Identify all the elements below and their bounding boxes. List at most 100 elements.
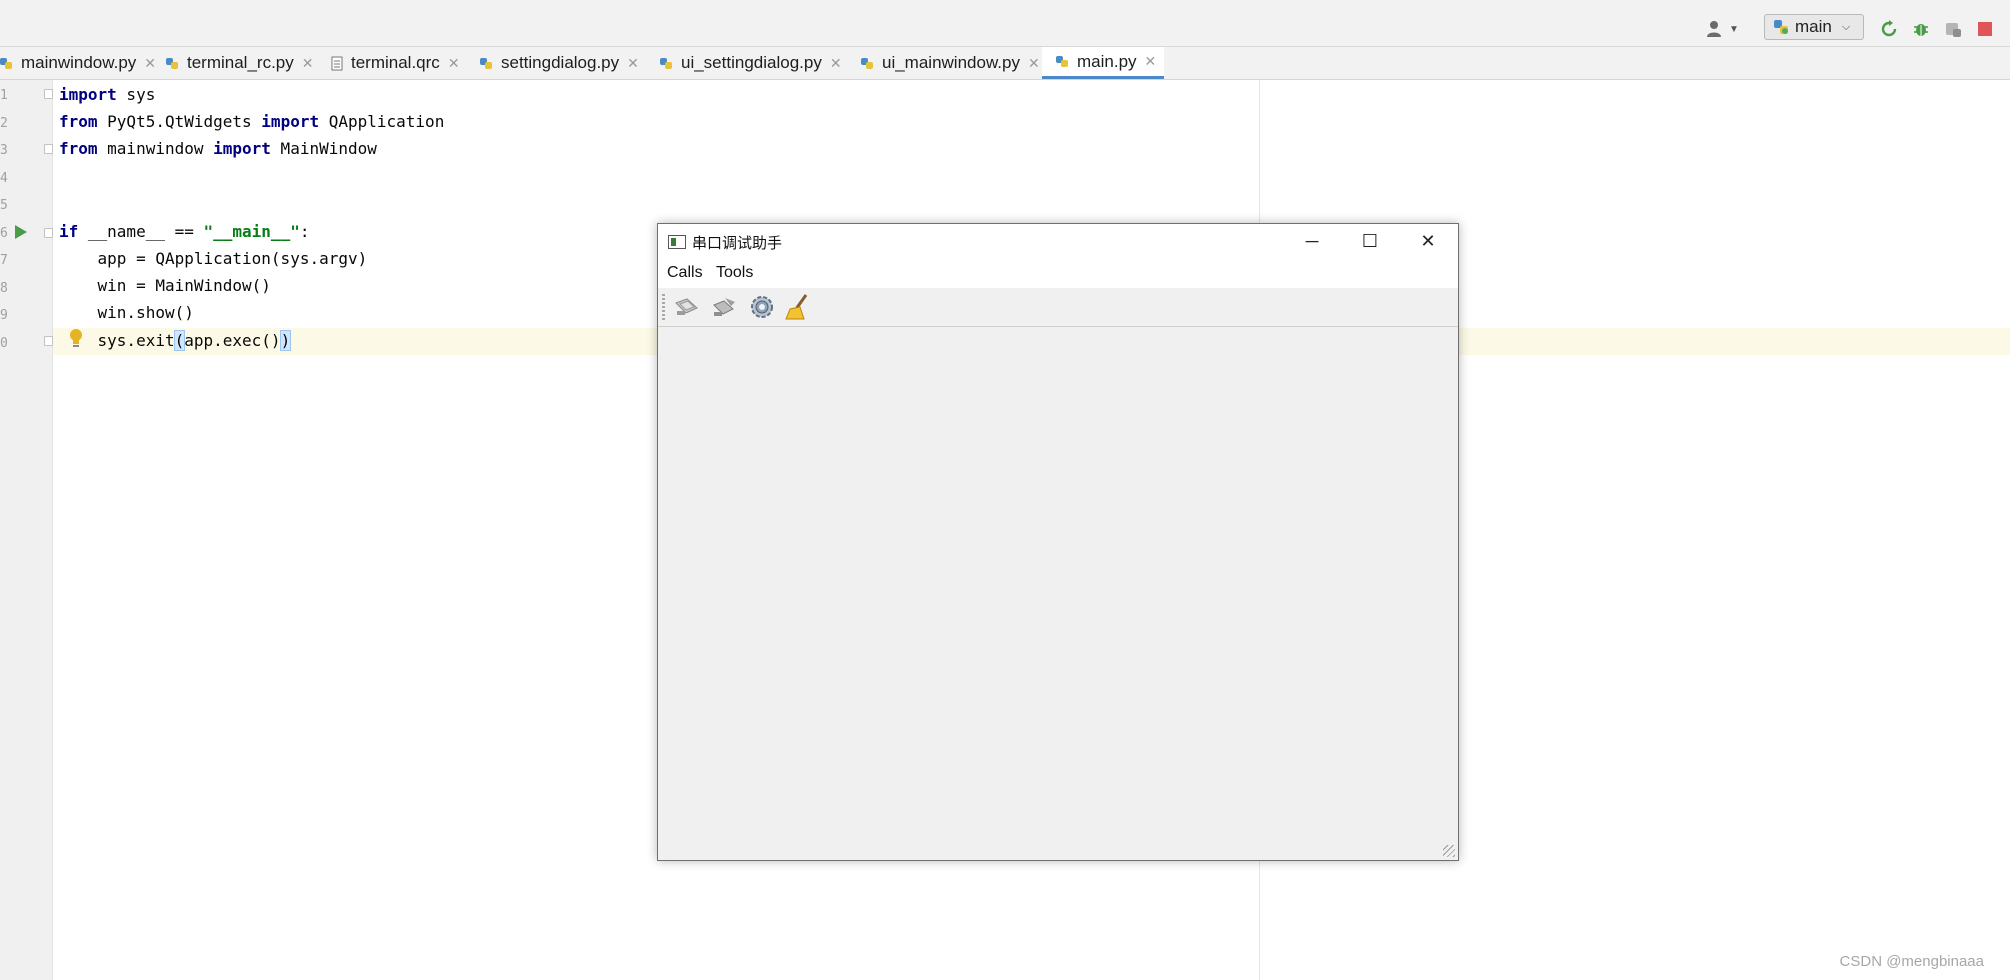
python-file-icon bbox=[861, 57, 873, 69]
python-file-icon bbox=[166, 57, 178, 69]
tab-label: settingdialog.py bbox=[501, 53, 620, 72]
code-string: "__main__" bbox=[203, 222, 300, 241]
menu-tools[interactable]: Tools bbox=[716, 264, 753, 282]
editor-gutter: 1 2 3 4 5 6 7 8 9 0 bbox=[0, 80, 53, 980]
run-config-label: main bbox=[1795, 17, 1832, 36]
app-menubar: Calls Tools bbox=[658, 259, 1458, 288]
maximize-button[interactable]: ☐ bbox=[1341, 224, 1399, 259]
code-line-10[interactable]: sys.exit(app.exec()) bbox=[59, 330, 292, 351]
resize-grip[interactable] bbox=[1443, 845, 1455, 857]
close-icon[interactable]: ✕ bbox=[448, 55, 460, 72]
code-text: __name__ == bbox=[78, 222, 204, 241]
close-icon[interactable]: ✕ bbox=[830, 55, 842, 72]
minimize-button[interactable]: ─ bbox=[1283, 224, 1341, 259]
fold-marker[interactable] bbox=[44, 336, 53, 346]
file-icon bbox=[331, 56, 343, 70]
code-keyword: import bbox=[261, 112, 320, 131]
code-keyword: import bbox=[213, 139, 271, 158]
code-brace: ( bbox=[173, 330, 186, 351]
code-line-8[interactable]: win = MainWindow() bbox=[59, 276, 271, 295]
line-number: 9 bbox=[0, 308, 8, 323]
editor-tabs: mainwindow.py ✕ terminal_rc.py ✕ termina… bbox=[0, 47, 2010, 80]
stop-button[interactable] bbox=[1975, 19, 1995, 39]
code-text: sys bbox=[116, 85, 156, 104]
tab-terminal-rc-py[interactable]: terminal_rc.py ✕ bbox=[166, 47, 314, 79]
rerun-button[interactable] bbox=[1879, 19, 1899, 39]
run-config-selector[interactable]: main ⌵ bbox=[1764, 14, 1864, 40]
line-number: 2 bbox=[0, 116, 8, 131]
fold-marker[interactable] bbox=[44, 144, 53, 154]
python-file-icon bbox=[660, 57, 672, 69]
line-number: 1 bbox=[0, 88, 8, 103]
lightbulb-icon[interactable] bbox=[69, 328, 83, 348]
code-keyword: if bbox=[59, 222, 79, 241]
tab-ui-mainwindow-py[interactable]: ui_mainwindow.py ✕ bbox=[861, 47, 1040, 79]
python-icon bbox=[1774, 20, 1788, 34]
code-line-3[interactable]: from mainwindow import MainWindow bbox=[59, 139, 377, 158]
code-line-2[interactable]: from PyQt5.QtWidgets import QApplication bbox=[59, 112, 444, 131]
chevron-down-icon: ▼ bbox=[1729, 23, 1739, 35]
clear-button[interactable] bbox=[783, 292, 813, 322]
run-arrow-icon[interactable] bbox=[15, 225, 27, 239]
line-number: 5 bbox=[0, 198, 8, 213]
rerun-icon bbox=[1881, 20, 1897, 37]
settings-gear-icon bbox=[751, 296, 773, 318]
tab-ui-settingdialog-py[interactable]: ui_settingdialog.py ✕ bbox=[660, 47, 842, 79]
app-window: 串口调试助手 ─ ☐ ✕ Calls Tools bbox=[657, 223, 1459, 861]
line-number: 6 bbox=[0, 226, 8, 241]
line-number: 3 bbox=[0, 143, 8, 158]
fold-marker[interactable] bbox=[44, 89, 53, 99]
close-icon[interactable]: ✕ bbox=[627, 55, 639, 72]
user-menu-button[interactable]: ▼ bbox=[1706, 18, 1742, 40]
toolbar-grip[interactable] bbox=[662, 294, 665, 320]
disconnect-button[interactable] bbox=[709, 292, 739, 322]
disconnect-icon bbox=[713, 298, 735, 316]
connect-button[interactable] bbox=[671, 292, 701, 322]
line-number: 8 bbox=[0, 281, 8, 296]
close-icon[interactable]: ✕ bbox=[1145, 53, 1157, 70]
tab-main-py[interactable]: main.py ✕ bbox=[1042, 47, 1165, 79]
code-text: MainWindow bbox=[270, 139, 377, 158]
ide-toolbar: ▼ main ⌵ bbox=[0, 10, 2010, 47]
tab-label: terminal_rc.py bbox=[187, 53, 294, 72]
debug-icon bbox=[1914, 24, 1928, 36]
app-title: 串口调试助手 bbox=[692, 235, 783, 252]
code-keyword: from bbox=[59, 112, 98, 131]
watermark: CSDN @mengbinaaa bbox=[1839, 953, 1984, 970]
python-file-icon bbox=[480, 57, 492, 69]
app-titlebar[interactable]: 串口调试助手 ─ ☐ ✕ bbox=[658, 224, 1458, 259]
close-icon[interactable]: ✕ bbox=[1028, 55, 1040, 72]
menu-calls[interactable]: Calls bbox=[667, 264, 703, 282]
tab-label: ui_settingdialog.py bbox=[681, 53, 822, 72]
close-button[interactable]: ✕ bbox=[1399, 224, 1457, 259]
line-number: 4 bbox=[0, 171, 8, 186]
code-text: PyQt5.QtWidgets bbox=[97, 112, 262, 131]
close-icon[interactable]: ✕ bbox=[302, 55, 314, 72]
chevron-down-icon: ⌵ bbox=[1841, 20, 1851, 33]
code-line-9[interactable]: win.show() bbox=[59, 303, 194, 322]
tab-label: main.py bbox=[1077, 51, 1137, 71]
close-icon[interactable]: ✕ bbox=[144, 55, 156, 72]
code-text: QApplication bbox=[319, 112, 445, 131]
tab-settingdialog-py[interactable]: settingdialog.py ✕ bbox=[480, 47, 639, 79]
fold-marker[interactable] bbox=[44, 228, 53, 238]
app-toolbar bbox=[658, 288, 1458, 327]
code-line-7[interactable]: app = QApplication(sys.argv) bbox=[59, 249, 368, 268]
clear-broom-icon bbox=[785, 294, 808, 320]
tab-mainwindow-py[interactable]: mainwindow.py ✕ bbox=[0, 47, 156, 79]
user-icon bbox=[1707, 21, 1721, 37]
line-number: 7 bbox=[0, 253, 8, 268]
code-line-1[interactable]: import sys bbox=[59, 85, 155, 104]
code-text: app.exec() bbox=[184, 331, 281, 350]
code-line-6[interactable]: if __name__ == "__main__": bbox=[59, 222, 309, 241]
app-window-icon bbox=[668, 235, 686, 249]
code-keyword: from bbox=[59, 139, 98, 158]
tab-label: ui_mainwindow.py bbox=[882, 53, 1020, 72]
tab-label: terminal.qrc bbox=[351, 53, 440, 72]
profile-icon bbox=[1946, 23, 1961, 37]
tab-terminal-qrc[interactable]: terminal.qrc ✕ bbox=[330, 47, 460, 79]
settings-button[interactable] bbox=[747, 292, 777, 322]
line-number: 0 bbox=[0, 336, 8, 351]
profile-button[interactable] bbox=[1943, 19, 1963, 39]
debug-button[interactable] bbox=[1911, 19, 1931, 39]
